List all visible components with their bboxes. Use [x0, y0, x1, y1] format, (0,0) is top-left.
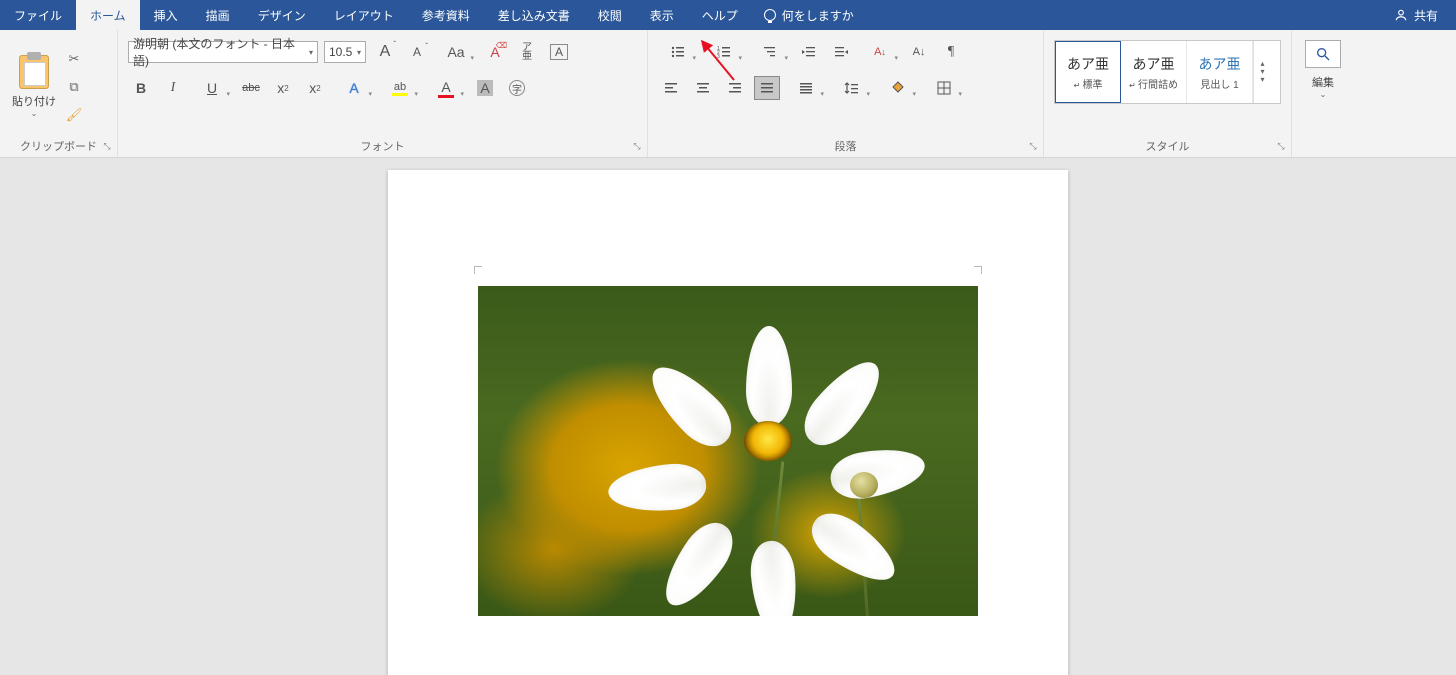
multilevel-list-button[interactable]: ▾ [750, 40, 790, 64]
underline-button[interactable]: U▾ [192, 76, 232, 100]
style-gallery-more[interactable]: ▴▾▾ [1253, 41, 1271, 103]
tab-design[interactable]: デザイン [244, 0, 320, 30]
paste-button[interactable]: 貼り付け ⌄ [10, 36, 58, 137]
style-name: ↵ 行間詰め [1129, 76, 1178, 91]
share-button[interactable]: 共有 [1376, 0, 1456, 30]
lightbulb-icon [764, 9, 776, 21]
change-case-button[interactable]: Aa▾ [436, 40, 476, 64]
tab-insert[interactable]: 挿入 [140, 0, 192, 30]
style-sample: あア亜 [1199, 54, 1241, 74]
tab-mailings[interactable]: 差し込み文書 [484, 0, 584, 30]
align-justify-button[interactable] [754, 76, 780, 100]
format-painter-button[interactable]: 🖌 [66, 107, 82, 123]
tab-file[interactable]: ファイル [0, 0, 76, 30]
clear-formatting-button[interactable]: A⌫ [482, 40, 508, 64]
increase-indent-button[interactable] [828, 40, 854, 64]
paste-icon [19, 55, 49, 89]
enclose-characters-button[interactable]: 字 [504, 76, 530, 100]
find-button[interactable] [1305, 40, 1341, 68]
increase-font-button[interactable]: Aˆ [372, 40, 398, 64]
ribbon: 貼り付け ⌄ ✂ ⧉ 🖌 クリップボード ⤡ 游明朝 (本文のフォント - 日本… [0, 30, 1456, 158]
phonetic-guide-button[interactable]: ア亜 [514, 40, 540, 64]
font-color-button[interactable]: A▾ [426, 76, 466, 100]
style-gallery: あア亜 ↵ 標準 あア亜 ↵ 行間詰め あア亜 見出し 1 ▴▾▾ [1054, 40, 1281, 104]
group-label-font: フォント [118, 138, 647, 154]
tab-home[interactable]: ホーム [76, 0, 140, 30]
share-icon [1394, 8, 1408, 22]
decrease-indent-button[interactable] [796, 40, 822, 64]
tab-help[interactable]: ヘルプ [688, 0, 752, 30]
tell-me-text: 何をしますか [782, 7, 854, 24]
text-effects-button[interactable]: A▾ [334, 76, 374, 100]
style-nospacing[interactable]: あア亜 ↵ 行間詰め [1121, 41, 1187, 103]
menu-bar: ファイル ホーム 挿入 描画 デザイン レイアウト 参考資料 差し込み文書 校閲… [0, 0, 1456, 30]
style-heading1[interactable]: あア亜 見出し 1 [1187, 41, 1253, 103]
group-font: 游明朝 (本文のフォント - 日本語)▾ 10.5▾ Aˆ Aˇ Aa▾ A⌫ … [118, 30, 648, 157]
decrease-font-button[interactable]: Aˇ [404, 40, 430, 64]
highlight-button[interactable]: ab▾ [380, 76, 420, 100]
subscript-button[interactable]: x2 [270, 76, 296, 100]
editing-label: 編集 [1302, 74, 1344, 90]
style-sample: あア亜 [1067, 54, 1109, 74]
group-paragraph: ▾ 123▾ ▾ A↓▾ A↓ ¶ ▾ ▾ ▾ ▾ 段落 ⤡ [648, 30, 1044, 157]
share-label: 共有 [1414, 7, 1438, 24]
style-name: ↵ 標準 [1074, 76, 1103, 91]
superscript-button[interactable]: x2 [302, 76, 328, 100]
tell-me[interactable]: 何をしますか [752, 0, 866, 30]
tab-view[interactable]: 表示 [636, 0, 688, 30]
line-spacing-button[interactable]: ▾ [832, 76, 872, 100]
group-clipboard: 貼り付け ⌄ ✂ ⧉ 🖌 クリップボード ⤡ [0, 30, 118, 157]
bullets-button[interactable]: ▾ [658, 40, 698, 64]
show-marks-button[interactable]: ¶ [938, 40, 964, 64]
page [388, 170, 1068, 675]
tab-layout[interactable]: レイアウト [320, 0, 408, 30]
font-launcher[interactable]: ⤡ [631, 141, 643, 153]
paragraph-launcher[interactable]: ⤡ [1027, 141, 1039, 153]
borders-button[interactable]: ▾ [924, 76, 964, 100]
italic-button[interactable]: I [160, 76, 186, 100]
align-distributed-button[interactable]: ▾ [786, 76, 826, 100]
margin-mark [474, 266, 482, 274]
align-right-button[interactable] [722, 76, 748, 100]
character-border-button[interactable]: A [546, 40, 572, 64]
inserted-image[interactable] [478, 286, 978, 616]
asian-layout-button[interactable]: A↓ [906, 40, 932, 64]
tab-draw[interactable]: 描画 [192, 0, 244, 30]
bold-button[interactable]: B [128, 76, 154, 100]
group-label-styles: スタイル [1044, 138, 1291, 154]
tab-references[interactable]: 参考資料 [408, 0, 484, 30]
margin-mark [974, 266, 982, 274]
style-name: 見出し 1 [1200, 76, 1238, 91]
search-icon [1315, 46, 1331, 62]
group-styles: あア亜 ↵ 標準 あア亜 ↵ 行間詰め あア亜 見出し 1 ▴▾▾ スタイル ⤡ [1044, 30, 1292, 157]
style-sample: あア亜 [1133, 54, 1175, 74]
clipboard-launcher[interactable]: ⤡ [101, 141, 113, 153]
copy-button[interactable]: ⧉ [66, 79, 82, 95]
align-center-button[interactable] [690, 76, 716, 100]
document-canvas[interactable] [0, 158, 1456, 675]
svg-text:3: 3 [717, 54, 720, 60]
character-shading-button[interactable]: A [472, 76, 498, 100]
cut-button[interactable]: ✂ [66, 51, 82, 67]
group-label-paragraph: 段落 [648, 138, 1043, 154]
numbering-button[interactable]: 123▾ [704, 40, 744, 64]
tab-review[interactable]: 校閲 [584, 0, 636, 30]
strikethrough-button[interactable]: abc [238, 76, 264, 100]
font-size-combo[interactable]: 10.5▾ [324, 41, 366, 63]
sort-button[interactable]: A↓▾ [860, 40, 900, 64]
font-name-combo[interactable]: 游明朝 (本文のフォント - 日本語)▾ [128, 41, 318, 63]
align-left-button[interactable] [658, 76, 684, 100]
styles-launcher[interactable]: ⤡ [1275, 141, 1287, 153]
shading-button[interactable]: ▾ [878, 76, 918, 100]
paste-label: 貼り付け [12, 93, 56, 109]
group-editing: 編集 ⌄ [1292, 30, 1354, 157]
group-label-clipboard: クリップボード [0, 138, 117, 154]
style-normal[interactable]: あア亜 ↵ 標準 [1055, 41, 1121, 103]
